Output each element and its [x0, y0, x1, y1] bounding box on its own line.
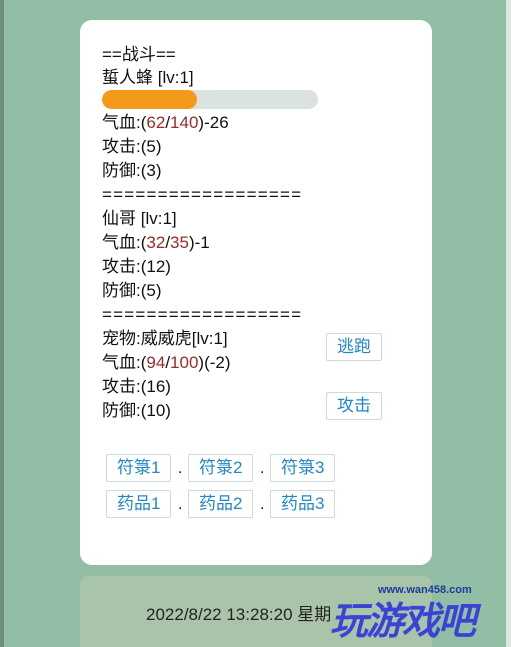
enemy-attack: 攻击:(5)	[102, 137, 162, 156]
window-edge-left	[0, 0, 4, 647]
site-watermark: www.wan458.com 玩游戏吧	[330, 578, 500, 643]
separator-line: ==================	[102, 185, 303, 204]
watermark-logo-text: 玩游戏吧	[330, 601, 476, 643]
window-edge-right	[506, 0, 511, 647]
battle-header: ==战斗==	[102, 45, 176, 64]
enemy-hp-bar	[102, 90, 318, 109]
player-hp-max: 35	[170, 233, 189, 252]
potion-1-button[interactable]: 药品1	[106, 490, 172, 518]
enemy-hp-max: 140	[170, 113, 199, 132]
talisman-1-button[interactable]: 符箓1	[106, 454, 172, 482]
pet-hp: 气血:(94/100)(-2)	[102, 353, 231, 372]
enemy-hp-current: 62	[146, 113, 166, 132]
pet-name: 宠物:威威虎[lv:1]	[102, 329, 228, 348]
attack-button[interactable]: 攻击	[326, 392, 382, 420]
enemy-name: 蜇人蜂 [lv:1]	[102, 68, 194, 87]
item-dot: .	[260, 460, 265, 477]
pet-defense: 防御:(10)	[102, 401, 171, 420]
flee-button[interactable]: 逃跑	[326, 333, 382, 361]
talisman-2-button[interactable]: 符箓2	[188, 454, 254, 482]
item-dot: .	[178, 460, 183, 477]
item-dot: .	[178, 496, 183, 513]
battle-panel: ==战斗== 蜇人蜂 [lv:1] 气血:(62/140)-26 攻击:(5) …	[80, 20, 432, 565]
pet-hp-current: 94	[146, 353, 166, 372]
pet-attack: 攻击:(16)	[102, 377, 171, 396]
potion-3-button[interactable]: 药品3	[270, 490, 336, 518]
player-hp-current: 32	[146, 233, 166, 252]
item-dot: .	[260, 496, 265, 513]
player-defense: 防御:(5)	[102, 281, 162, 300]
enemy-hp: 气血:(62/140)-26	[102, 113, 229, 132]
talisman-3-button[interactable]: 符箓3	[270, 454, 336, 482]
separator-line: ==================	[102, 305, 303, 324]
enemy-defense: 防御:(3)	[102, 161, 162, 180]
pet-hp-max: 100	[170, 353, 199, 372]
potion-2-button[interactable]: 药品2	[188, 490, 254, 518]
player-hp: 气血:(32/35)-1	[102, 233, 210, 252]
player-attack: 攻击:(12)	[102, 257, 171, 276]
player-name: 仙哥 [lv:1]	[102, 209, 177, 228]
timestamp: 2022/8/22 13:28:20 星期	[146, 605, 332, 624]
enemy-hp-bar-fill	[102, 90, 198, 109]
